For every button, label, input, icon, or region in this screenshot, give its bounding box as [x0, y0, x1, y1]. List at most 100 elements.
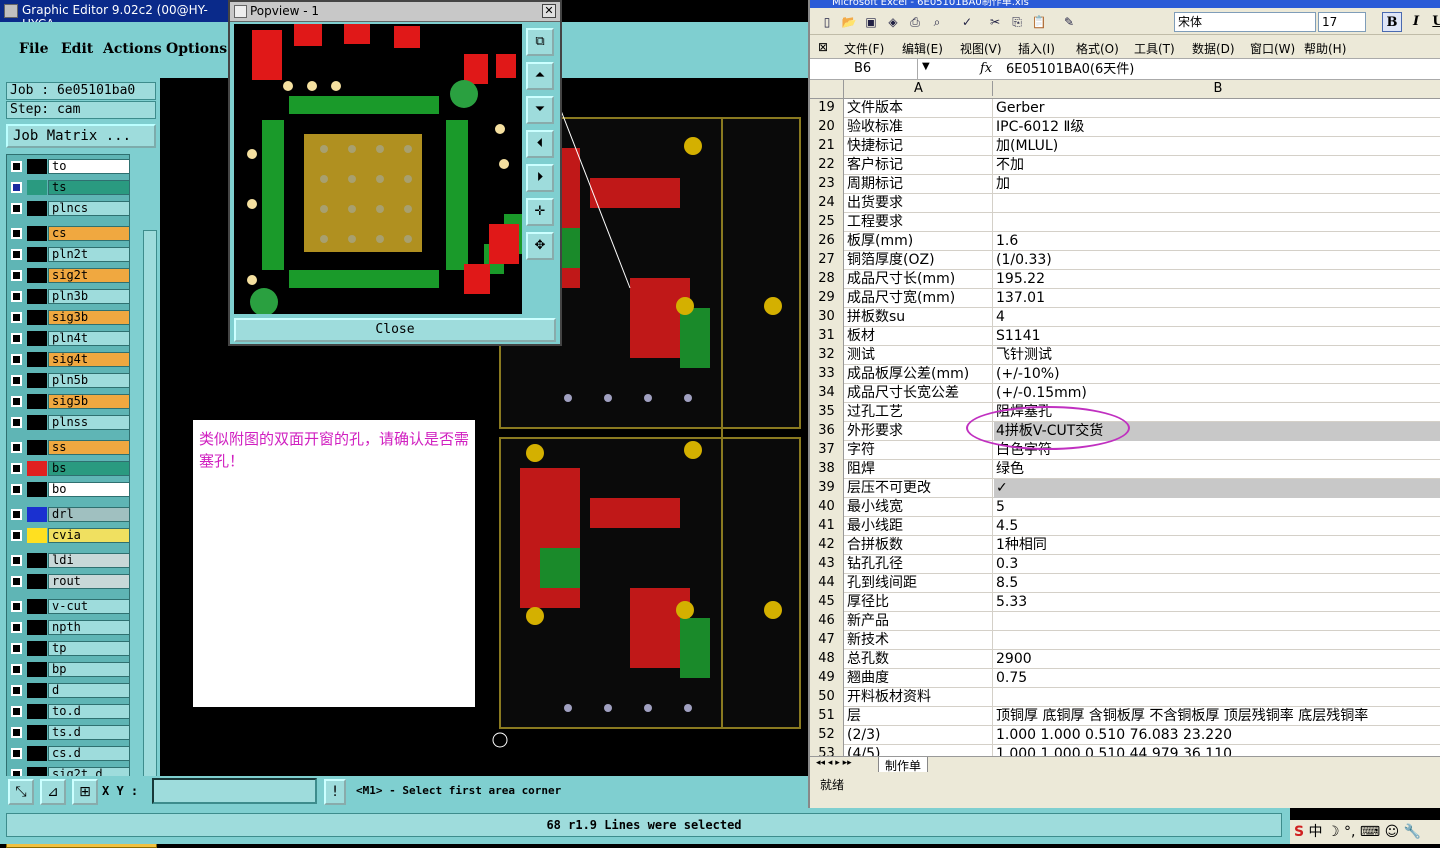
cell-a[interactable]: 孔到线间距 — [845, 574, 993, 593]
layer-list-scrollbar[interactable] — [143, 230, 157, 824]
cell-b[interactable]: 顶铜厚 底铜厚 含铜板厚 不含铜板厚 顶层残铜率 底层残铜率 — [994, 707, 1440, 726]
layer-name[interactable]: to.d — [48, 704, 129, 719]
cell-a[interactable]: 板厚(mm) — [845, 232, 993, 251]
name-box-dropdown-icon[interactable]: ▼ — [922, 61, 930, 72]
layer-name[interactable]: pln3b — [48, 289, 129, 304]
layer-row-rout[interactable]: rout — [7, 574, 129, 589]
table-row[interactable]: 40 最小线宽 5 — [810, 498, 1440, 517]
cell-a[interactable]: 钻孔孔径 — [845, 555, 993, 574]
name-box[interactable]: B6 — [810, 59, 918, 79]
menu-format-cn[interactable]: 格式(O) — [1076, 40, 1119, 57]
row-number[interactable]: 38 — [810, 460, 844, 479]
cell-b[interactable]: 8.5 — [994, 574, 1440, 593]
layer-checkbox[interactable] — [11, 270, 22, 281]
layer-checkbox[interactable] — [11, 509, 22, 520]
layer-checkbox[interactable] — [11, 249, 22, 260]
font-size-select[interactable]: 17 — [1318, 12, 1366, 32]
row-number[interactable]: 39 — [810, 479, 844, 498]
table-row[interactable]: 42 合拼板数 1种相同 — [810, 536, 1440, 555]
layer-row-ts-d[interactable]: ts.d — [7, 725, 129, 740]
row-number[interactable]: 32 — [810, 346, 844, 365]
cell-b[interactable]: 2900 — [994, 650, 1440, 669]
menu-window-cn[interactable]: 窗口(W) — [1250, 40, 1295, 57]
cell-a[interactable]: 厚径比 — [845, 593, 993, 612]
layer-row-npth[interactable]: npth — [7, 620, 129, 635]
zoom-in-icon[interactable]: ✛ — [526, 198, 554, 226]
row-number[interactable]: 35 — [810, 403, 844, 422]
spelling-icon[interactable]: ✓ — [958, 13, 976, 31]
layer-checkbox[interactable] — [11, 664, 22, 675]
layer-name[interactable]: plnss — [48, 415, 129, 430]
layer-row-cvia[interactable]: cvia — [7, 528, 129, 543]
wrench-icon[interactable]: 🔧 — [1404, 824, 1421, 840]
layer-row-ss[interactable]: ss — [7, 440, 129, 455]
layer-row-bs[interactable]: bs — [7, 461, 129, 476]
table-row[interactable]: 34 成品尺寸长宽公差 (+/-0.15mm) — [810, 384, 1440, 403]
layer-row-v-cut[interactable]: v-cut — [7, 599, 129, 614]
table-row[interactable]: 21 快捷标记 加(MLUL) — [810, 137, 1440, 156]
cell-b[interactable] — [994, 213, 1440, 232]
underline-icon[interactable]: U — [1428, 12, 1440, 32]
print-preview-icon[interactable]: ⌕ — [928, 13, 946, 31]
row-number[interactable]: 50 — [810, 688, 844, 707]
paste-icon[interactable]: 📋 — [1030, 13, 1048, 31]
table-row[interactable]: 28 成品尺寸长(mm) 195.22 — [810, 270, 1440, 289]
layer-checkbox[interactable] — [11, 530, 22, 541]
cell-a[interactable]: 层 — [845, 707, 993, 726]
cell-a[interactable]: 成品尺寸长宽公差 — [845, 384, 993, 403]
cell-b[interactable]: 4 — [994, 308, 1440, 327]
column-header-b[interactable]: B — [994, 81, 1440, 96]
layer-name[interactable]: cvia — [48, 528, 129, 543]
cell-b[interactable] — [994, 194, 1440, 213]
close-icon[interactable]: ✕ — [542, 4, 556, 18]
cell-a[interactable]: 文件版本 — [845, 99, 993, 118]
row-number[interactable]: 37 — [810, 441, 844, 460]
pan-right-icon[interactable]: ⏵ — [526, 164, 554, 192]
row-number[interactable]: 49 — [810, 669, 844, 688]
column-header-a[interactable]: A — [845, 81, 993, 96]
grid-icon[interactable]: ⊞ — [72, 779, 98, 805]
table-row[interactable]: 24 出货要求 — [810, 194, 1440, 213]
row-number[interactable]: 41 — [810, 517, 844, 536]
cell-b[interactable]: 0.75 — [994, 669, 1440, 688]
cell-b[interactable] — [994, 631, 1440, 650]
cell-b[interactable]: 1.000 1.000 0.510 76.083 23.220 — [994, 726, 1440, 745]
table-row[interactable]: 20 验收标准 IPC-6012 Ⅱ级 — [810, 118, 1440, 137]
layer-row-plnss[interactable]: plnss — [7, 415, 129, 430]
cell-a[interactable]: (2/3) — [845, 726, 993, 745]
table-row[interactable]: 26 板厚(mm) 1.6 — [810, 232, 1440, 251]
layer-checkbox[interactable] — [11, 442, 22, 453]
cell-b[interactable] — [994, 688, 1440, 707]
spreadsheet-grid[interactable]: A B 19 文件版本 Gerber 20 验收标准 IPC-6012 Ⅱ级 21 快捷标记加… — [810, 80, 1440, 756]
cell-a[interactable]: 新产品 — [845, 612, 993, 631]
layer-checkbox[interactable] — [11, 727, 22, 738]
cell-b[interactable]: (+/-10%) — [994, 365, 1440, 384]
table-row[interactable]: 48 总孔数 2900 — [810, 650, 1440, 669]
person-icon[interactable]: ☺ — [1385, 824, 1400, 840]
layer-checkbox[interactable] — [11, 161, 22, 172]
cell-a[interactable]: 成品尺寸长(mm) — [845, 270, 993, 289]
new-file-icon[interactable]: ▯ — [818, 13, 836, 31]
layer-name[interactable]: bo — [48, 482, 129, 497]
layer-row-ts[interactable]: ts — [7, 180, 129, 195]
layer-row-bp[interactable]: bp — [7, 662, 129, 677]
layer-row-d[interactable]: d — [7, 683, 129, 698]
cell-b[interactable]: 1.6 — [994, 232, 1440, 251]
row-number[interactable]: 20 — [810, 118, 844, 137]
row-number[interactable]: 47 — [810, 631, 844, 650]
layer-name[interactable]: ts — [48, 180, 129, 195]
table-row[interactable]: 27 铜箔厚度(OZ) (1/0.33) — [810, 251, 1440, 270]
table-row[interactable]: 33 成品板厚公差(mm) (+/-10%) — [810, 365, 1440, 384]
table-row[interactable]: 22 客户标记 不加 — [810, 156, 1440, 175]
cell-b[interactable]: 4.5 — [994, 517, 1440, 536]
cut-icon[interactable]: ✂ — [986, 13, 1004, 31]
table-row[interactable]: 25 工程要求 — [810, 213, 1440, 232]
table-row[interactable]: 19 文件版本 Gerber — [810, 99, 1440, 118]
cell-a[interactable]: 翘曲度 — [845, 669, 993, 688]
table-row[interactable]: 43 钻孔孔径 0.3 — [810, 555, 1440, 574]
table-row[interactable]: 30 拼板数su 4 — [810, 308, 1440, 327]
layer-checkbox[interactable] — [11, 417, 22, 428]
layer-name[interactable]: cs.d — [48, 746, 129, 761]
cell-a[interactable]: 字符 — [845, 441, 993, 460]
row-number[interactable]: 42 — [810, 536, 844, 555]
